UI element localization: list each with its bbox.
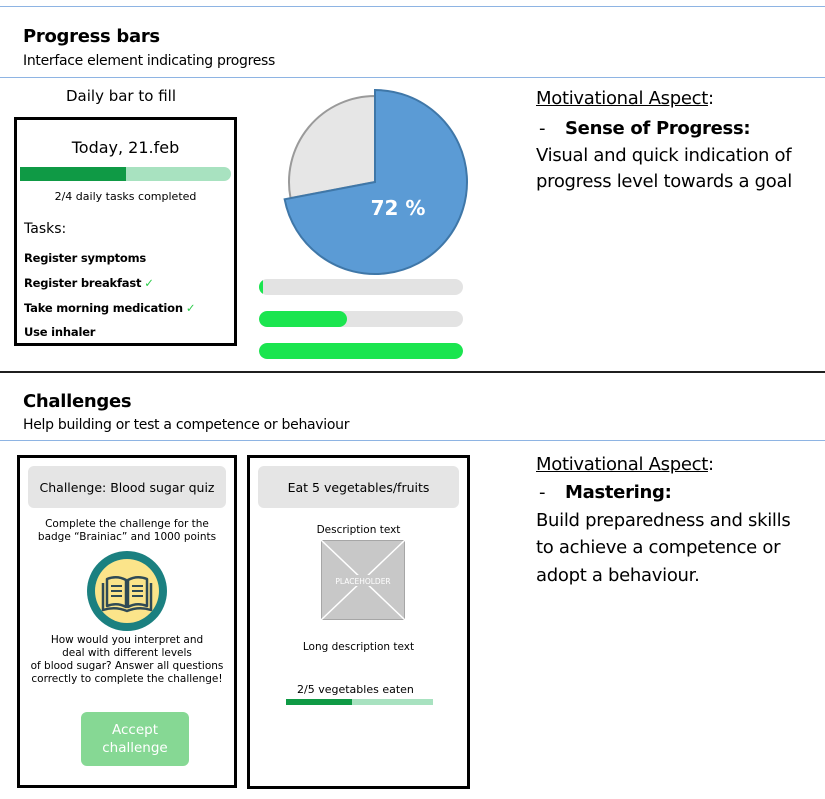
challenges-section-title: Challenges [23,391,132,412]
tasks-label: Tasks: [24,221,67,237]
challenges-motivational-line: adopt a behaviour. [536,565,700,586]
challenge-question-line: deal with different levels [62,647,192,659]
challenges-motivational-line: to achieve a competence or [536,537,781,558]
daily-progress-card: Today, 21.feb 2/4 daily tasks completed … [14,117,237,346]
progress-bar-fill [259,343,463,359]
challenge-long-description: Long description text [302,641,415,653]
challenges-motivational-heading: Motivational Aspect: [536,454,714,475]
bullet-dash: - [539,118,546,139]
task-label: Register breakfast [24,276,142,290]
task-label: Use inhaler [24,325,96,339]
check-icon: ✓ [144,276,154,290]
progress-pie: 72 % [282,88,468,275]
challenge-card-quiz: Challenge: Blood sugar quiz Complete the… [17,455,237,788]
motivational-heading-text: Motivational Aspect [536,88,708,109]
progress-motivational-line: Visual and quick indication of [536,145,792,166]
heading-colon: : [707,454,714,475]
motivational-heading-text: Motivational Aspect [536,454,708,475]
daily-tasks-completed: 2/4 daily tasks completed [54,190,197,203]
progress-bar [259,343,463,359]
progress-bar [259,279,463,295]
challenge-card-vegetables: Eat 5 vegetables/fruits Description text… [247,455,470,789]
motivational-point-text: Mastering: [565,482,672,503]
check-icon: ✓ [185,301,196,315]
accept-challenge-button[interactable]: Accept challenge [81,712,189,766]
daily-progress-fill [20,167,126,181]
pie-label: 72 % [371,196,426,220]
challenge-intro-line: badge “Brainiac” and 1000 points [37,531,217,543]
challenges-motivational-point: - Mastering: [536,482,672,503]
challenges-section-subtitle: Help building or test a competence or be… [23,417,350,433]
accept-button-line: Accept [111,722,158,738]
progress-header-divider [0,77,825,78]
challenge-intro-line: Complete the challenge for the [45,518,209,530]
vegetables-progress-fill [286,699,353,705]
book-badge-icon [87,551,167,631]
progress-motivational-line: progress level towards a goal [536,171,792,192]
progress-bar [259,311,463,327]
section-divider [0,371,825,373]
daily-date: Today, 21.feb [71,138,180,157]
challenges-header-divider [0,440,825,441]
task-item[interactable]: Take morning medication ✓ [24,301,195,315]
progress-section-subtitle: Interface element indicating progress [23,53,276,69]
challenge-header: Challenge: Blood sugar quiz [28,466,226,508]
challenge-header: Eat 5 vegetables/fruits [258,466,459,508]
accept-button-line: challenge [102,740,168,756]
motivational-point-text: Sense of Progress: [565,118,751,139]
progress-bar-fill [259,311,347,327]
challenge-question-line: correctly to complete the challenge! [31,673,223,685]
placeholder-label: PLACEHOLDER [335,577,390,586]
vegetables-progress-text: 2/5 vegetables eaten [297,683,414,696]
task-item[interactable]: Register symptoms [24,251,146,265]
task-label: Take morning medication [24,301,183,315]
task-item[interactable]: Register breakfast ✓ [24,276,154,290]
challenge-description: Description text [316,524,401,536]
top-divider [0,6,825,7]
heading-colon: : [707,88,714,109]
daily-progress-bar [20,167,231,181]
progress-motivational-point: - Sense of Progress: [536,118,751,139]
challenge-question-line: of blood sugar? Answer all questions [30,660,224,672]
daily-bar-caption: Daily bar to fill [66,87,176,105]
progress-section-title: Progress bars [23,26,160,47]
placeholder-image: PLACEHOLDER [321,540,405,620]
task-item[interactable]: Use inhaler [24,325,95,339]
vegetables-progress-bar [286,699,433,705]
task-label: Register symptoms [24,251,147,265]
bullet-dash: - [539,482,546,503]
challenges-motivational-line: Build preparedness and skills [536,510,791,531]
challenge-question-line: How would you interpret and [50,634,204,646]
pie-remainder [288,94,376,200]
progress-motivational-heading: Motivational Aspect: [536,88,714,109]
progress-bar-fill [259,279,264,295]
